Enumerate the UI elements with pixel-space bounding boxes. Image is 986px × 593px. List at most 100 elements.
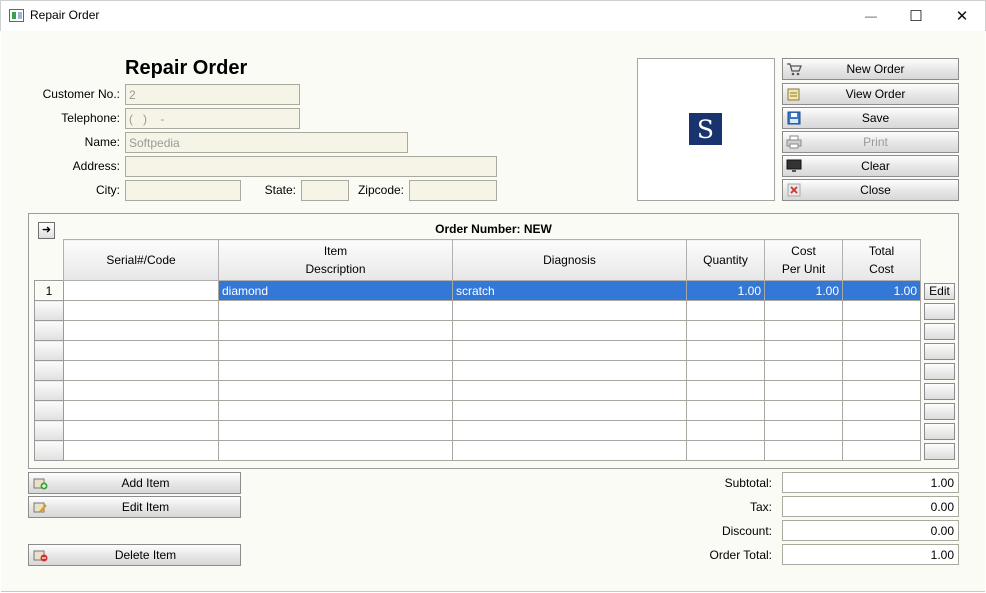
edit-row-button[interactable] [924, 303, 955, 320]
city-field[interactable] [125, 180, 241, 201]
diagnosis-cell[interactable] [452, 400, 687, 421]
serial-cell[interactable] [63, 280, 219, 301]
maximize-button[interactable]: ☐ [893, 0, 939, 31]
description-cell[interactable] [218, 380, 453, 401]
cost-per-unit-cell[interactable]: 1.00 [764, 280, 843, 301]
description-cell[interactable] [218, 440, 453, 461]
subtotal-field[interactable]: 1.00 [782, 472, 959, 493]
description-cell[interactable] [218, 360, 453, 381]
table-row[interactable] [34, 400, 921, 421]
description-cell[interactable] [218, 300, 453, 321]
minimize-button[interactable]: — [848, 0, 894, 31]
serial-cell[interactable] [63, 440, 219, 461]
discount-field[interactable]: 0.00 [782, 520, 959, 541]
table-row[interactable] [34, 300, 921, 321]
description-cell[interactable] [218, 400, 453, 421]
edit-row-button[interactable] [924, 383, 955, 400]
diagnosis-cell[interactable] [452, 320, 687, 341]
diagnosis-cell[interactable] [452, 420, 687, 441]
quantity-cell[interactable] [686, 360, 765, 381]
edit-row-button[interactable] [924, 323, 955, 340]
description-cell[interactable]: diamond [218, 280, 453, 301]
name-field[interactable]: Softpedia [125, 132, 408, 153]
order-total-field[interactable]: 1.00 [782, 544, 959, 565]
zipcode-field[interactable] [409, 180, 497, 201]
table-row[interactable] [34, 360, 921, 381]
column-header-quantity[interactable]: Quantity [686, 239, 765, 281]
total-cost-cell[interactable] [842, 360, 921, 381]
address-field[interactable] [125, 156, 497, 177]
quantity-cell[interactable] [686, 300, 765, 321]
total-cost-cell[interactable] [842, 440, 921, 461]
diagnosis-cell[interactable] [452, 380, 687, 401]
quantity-cell[interactable] [686, 420, 765, 441]
quantity-cell[interactable] [686, 400, 765, 421]
table-row[interactable] [34, 420, 921, 441]
description-cell[interactable] [218, 420, 453, 441]
diagnosis-cell[interactable] [452, 440, 687, 461]
row-number[interactable]: 1 [34, 280, 64, 301]
diagnosis-cell[interactable] [452, 360, 687, 381]
edit-row-button[interactable] [924, 443, 955, 460]
diagnosis-cell[interactable] [452, 340, 687, 361]
edit-row-button[interactable] [924, 423, 955, 440]
column-header-total-cost[interactable]: Total Cost [842, 239, 921, 281]
table-row[interactable] [34, 320, 921, 341]
total-cost-cell[interactable] [842, 380, 921, 401]
total-cost-cell[interactable] [842, 400, 921, 421]
row-number[interactable] [34, 360, 64, 381]
telephone-field[interactable]: ( ) - [125, 108, 300, 129]
print-button[interactable]: Print [782, 131, 959, 153]
serial-cell[interactable] [63, 420, 219, 441]
save-button[interactable]: Save [782, 107, 959, 129]
description-cell[interactable] [218, 320, 453, 341]
serial-cell[interactable] [63, 300, 219, 321]
diagnosis-cell[interactable] [452, 300, 687, 321]
description-cell[interactable] [218, 340, 453, 361]
total-cost-cell[interactable] [842, 320, 921, 341]
total-cost-cell[interactable] [842, 420, 921, 441]
quantity-cell[interactable] [686, 320, 765, 341]
row-number[interactable] [34, 400, 64, 421]
table-row[interactable]: 1 diamond scratch 1.00 1.00 1.00 [34, 280, 921, 301]
serial-cell[interactable] [63, 360, 219, 381]
row-number[interactable] [34, 340, 64, 361]
cost-per-unit-cell[interactable] [764, 320, 843, 341]
close-window-button[interactable]: ✕ [939, 0, 985, 31]
quantity-cell[interactable] [686, 340, 765, 361]
serial-cell[interactable] [63, 340, 219, 361]
serial-cell[interactable] [63, 320, 219, 341]
column-header-cost-per-unit[interactable]: Cost Per Unit [764, 239, 843, 281]
edit-row-button[interactable] [924, 363, 955, 380]
cost-per-unit-cell[interactable] [764, 300, 843, 321]
column-header-serial[interactable]: Serial#/Code [63, 239, 219, 281]
view-order-button[interactable]: View Order [782, 83, 959, 105]
column-header-diagnosis[interactable]: Diagnosis [452, 239, 687, 281]
add-item-button[interactable]: Add Item [28, 472, 241, 494]
cost-per-unit-cell[interactable] [764, 440, 843, 461]
serial-cell[interactable] [63, 380, 219, 401]
total-cost-cell[interactable] [842, 340, 921, 361]
edit-row-button[interactable] [924, 403, 955, 420]
row-number[interactable] [34, 420, 64, 441]
edit-row-button[interactable]: Edit [924, 283, 955, 300]
clear-button[interactable]: Clear [782, 155, 959, 177]
delete-item-button[interactable]: Delete Item [28, 544, 241, 566]
new-order-button[interactable]: New Order [782, 58, 959, 80]
table-row[interactable] [34, 440, 921, 461]
row-number[interactable] [34, 300, 64, 321]
edit-row-button[interactable] [924, 343, 955, 360]
total-cost-cell[interactable]: 1.00 [842, 280, 921, 301]
cost-per-unit-cell[interactable] [764, 340, 843, 361]
quantity-cell[interactable] [686, 380, 765, 401]
serial-cell[interactable] [63, 400, 219, 421]
total-cost-cell[interactable] [842, 300, 921, 321]
row-number[interactable] [34, 440, 64, 461]
diagnosis-cell[interactable]: scratch [452, 280, 687, 301]
table-row[interactable] [34, 340, 921, 361]
cost-per-unit-cell[interactable] [764, 420, 843, 441]
quantity-cell[interactable]: 1.00 [686, 280, 765, 301]
state-field[interactable] [301, 180, 349, 201]
quantity-cell[interactable] [686, 440, 765, 461]
column-header-item-description[interactable]: Item Description [218, 239, 453, 281]
